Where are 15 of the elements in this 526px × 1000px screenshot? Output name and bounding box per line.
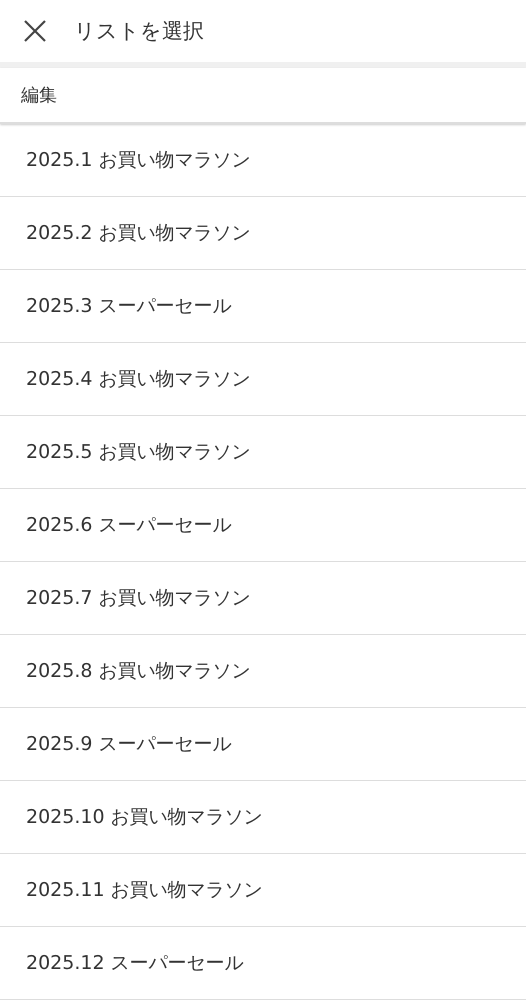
page-title: リストを選択 <box>74 18 204 45</box>
list-item[interactable]: 2025.10 お買い物マラソン <box>0 781 526 854</box>
list-item[interactable]: 2025.4 お買い物マラソン <box>0 343 526 416</box>
list-item[interactable]: 2025.6 スーパーセール <box>0 489 526 562</box>
list-item[interactable]: 2025.1 お買い物マラソン <box>0 124 526 197</box>
list-item[interactable]: 2025.8 お買い物マラソン <box>0 635 526 708</box>
list-item[interactable]: 2025.9 スーパーセール <box>0 708 526 781</box>
list-item[interactable]: 2025.3 スーパーセール <box>0 270 526 343</box>
close-icon[interactable] <box>22 18 48 44</box>
list-item[interactable]: 2025.11 お買い物マラソン <box>0 854 526 927</box>
list-item[interactable]: 2025.12 スーパーセール <box>0 927 526 1000</box>
list-item[interactable]: 2025.5 お買い物マラソン <box>0 416 526 489</box>
list-item[interactable]: 2025.2 お買い物マラソン <box>0 197 526 270</box>
list-item[interactable]: 2025.7 お買い物マラソン <box>0 562 526 635</box>
edit-link[interactable]: 編集 <box>21 83 57 107</box>
